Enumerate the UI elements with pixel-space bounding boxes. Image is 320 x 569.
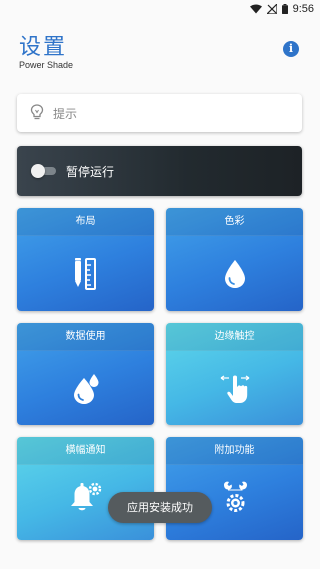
wifi-icon bbox=[249, 4, 262, 14]
pause-label: 暂停运行 bbox=[66, 165, 115, 179]
tile-label: 数据使用 bbox=[17, 323, 154, 351]
tile-label: 布局 bbox=[17, 208, 154, 236]
bell-gear-icon bbox=[70, 482, 101, 511]
hand-swipe-icon bbox=[220, 374, 249, 403]
page-title: 设置 bbox=[19, 35, 68, 60]
tile-color[interactable]: 色彩 bbox=[166, 208, 303, 311]
tile-extra-features[interactable]: 附加功能 bbox=[166, 437, 303, 540]
wrench-gear-icon bbox=[223, 481, 247, 512]
ruler-pencil-icon bbox=[74, 258, 96, 290]
page-subtitle: Power Shade bbox=[19, 60, 74, 70]
tile-layout[interactable]: 布局 bbox=[17, 208, 154, 311]
tip-label: 提示 bbox=[53, 107, 78, 121]
toast-message: 应用安装成功 bbox=[108, 492, 212, 523]
tile-label: 边缘触控 bbox=[166, 323, 303, 351]
tile-label: 色彩 bbox=[166, 208, 303, 236]
pause-toggle[interactable] bbox=[31, 164, 56, 178]
tile-edge-touch[interactable]: 边缘触控 bbox=[166, 323, 303, 425]
tile-banner-notification[interactable]: 横幅通知 bbox=[17, 437, 154, 540]
battery-icon bbox=[281, 4, 288, 14]
tile-label: 附加功能 bbox=[166, 437, 303, 465]
no-signal-icon bbox=[266, 4, 277, 14]
info-icon[interactable]: i bbox=[283, 41, 299, 57]
water-drop-icon bbox=[224, 260, 245, 288]
lightbulb-icon bbox=[30, 104, 44, 124]
status-time: 9:56 bbox=[292, 3, 314, 15]
tile-label: 横幅通知 bbox=[17, 437, 154, 465]
status-bar: 9:56 bbox=[0, 0, 320, 20]
tip-card[interactable]: 提示 bbox=[17, 94, 302, 132]
water-drops-icon bbox=[73, 373, 98, 404]
pause-card[interactable]: 暂停运行 bbox=[17, 146, 302, 196]
tile-data-usage[interactable]: 数据使用 bbox=[17, 323, 154, 425]
